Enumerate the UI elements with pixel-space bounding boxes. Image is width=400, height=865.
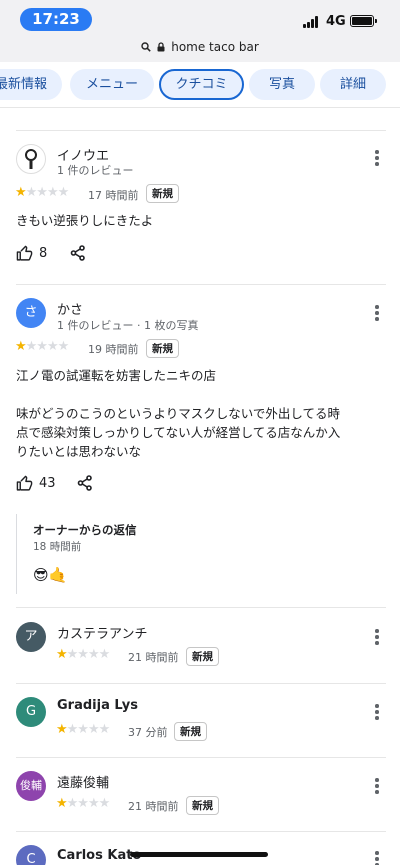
divider [16, 284, 386, 285]
tab-reviews[interactable]: クチコミ [159, 69, 244, 100]
new-badge: 新規 [174, 722, 207, 741]
star-rating: ★★★★★ [56, 722, 110, 737]
avatar[interactable]: ア [16, 622, 46, 652]
avatar[interactable]: C [16, 845, 46, 865]
owner-reply: オーナーからの返信 18 時間前 😎🤙 [16, 514, 296, 594]
review-time: 21 時間前 [128, 651, 179, 664]
share-icon[interactable] [77, 475, 93, 491]
like-button[interactable]: 43 [16, 475, 56, 492]
thumbs-up-icon [16, 475, 33, 491]
more-vert-icon[interactable] [374, 778, 380, 794]
like-count: 43 [39, 476, 56, 491]
review-time: 21 時間前 [128, 800, 179, 813]
section-tabs: 最新情報 メニュー クチコミ 写真 詳細 [0, 62, 400, 108]
review-time: 19 時間前 [88, 343, 139, 356]
review-text-line: りたいとは思わないな [16, 444, 142, 459]
reviewer-name[interactable]: Carlos Kato [57, 848, 141, 863]
tab-photos[interactable]: 写真 [249, 69, 315, 100]
review-text-line: 点で感染対策しっかりしてない人が経営してる店なんか入 [16, 425, 341, 440]
search-icon [141, 42, 151, 52]
more-vert-icon[interactable] [374, 851, 380, 865]
reviewer-name[interactable]: カステラアンチ [57, 623, 147, 642]
review-text: きもい逆張りしにきたよ [16, 213, 154, 228]
new-badge: 新規 [146, 184, 179, 203]
status-time: 17:23 [20, 8, 92, 31]
tab-menu[interactable]: メニュー [70, 69, 154, 100]
review-time: 17 時間前 [88, 189, 139, 202]
review-time: 37 分前 [128, 726, 168, 739]
owner-reply-title: オーナーからの返信 [33, 523, 137, 537]
divider [16, 831, 386, 832]
star-rating: ★★★★★ [56, 647, 110, 662]
review-text-line: 江ノ電の試運転を妨害したニキの店 [16, 368, 217, 383]
avatar[interactable]: G [16, 697, 46, 727]
more-vert-icon[interactable] [374, 629, 380, 645]
thumbs-up-icon [16, 245, 33, 261]
reviewer-name[interactable]: Gradija Lys [57, 698, 138, 713]
divider [16, 757, 386, 758]
divider [16, 130, 386, 131]
new-badge: 新規 [146, 339, 179, 358]
home-indicator[interactable] [130, 852, 268, 857]
owner-reply-time: 18 時間前 [33, 541, 82, 553]
review-text-line: 味がどうのこうのというよりマスクしないで外出してる時 [16, 406, 341, 421]
star-rating: ★★★★★ [56, 796, 110, 811]
avatar[interactable]: さ [16, 298, 46, 328]
reviewer-name[interactable]: かさ [57, 299, 83, 318]
reviewer-meta: 1 件のレビュー [57, 164, 134, 177]
avatar[interactable] [16, 144, 46, 174]
divider [16, 683, 386, 684]
tab-latest[interactable]: 最新情報 [0, 69, 62, 100]
url-text: home taco bar [171, 40, 259, 54]
signal-strength-icon [303, 16, 321, 28]
lock-icon [157, 42, 165, 52]
reviewer-meta: 1 件のレビュー · 1 枚の写真 [57, 319, 199, 332]
address-bar[interactable]: home taco bar [0, 38, 400, 62]
more-vert-icon[interactable] [374, 150, 380, 166]
tab-details[interactable]: 詳細 [320, 69, 386, 100]
avatar[interactable]: 俊輔 [16, 771, 46, 801]
new-badge: 新規 [186, 796, 219, 815]
new-badge: 新規 [186, 647, 219, 666]
reviewer-name[interactable]: 遠藤俊輔 [57, 772, 109, 791]
star-rating: ★★★★★ [15, 339, 69, 354]
more-vert-icon[interactable] [374, 305, 380, 321]
status-bar: 17:23 4G [0, 0, 400, 38]
like-count: 8 [39, 246, 48, 261]
like-button[interactable]: 8 [16, 245, 47, 262]
network-type: 4G [326, 14, 346, 29]
share-icon[interactable] [70, 245, 86, 261]
owner-reply-content: 😎🤙 [33, 566, 68, 584]
battery-icon [350, 15, 377, 27]
star-rating: ★★★★★ [15, 185, 69, 200]
more-vert-icon[interactable] [374, 704, 380, 720]
avatar-image-icon [25, 149, 37, 169]
divider [16, 607, 386, 608]
